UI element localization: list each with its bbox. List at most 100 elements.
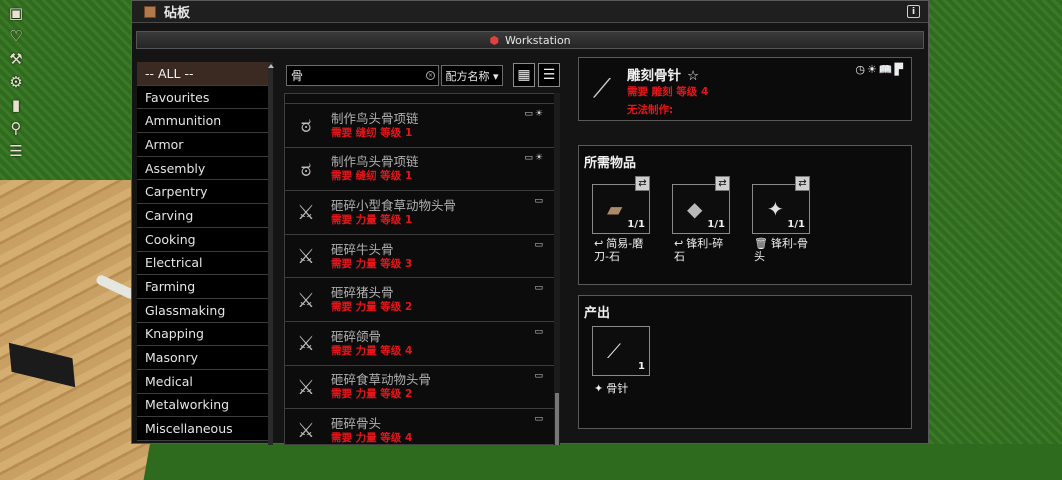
category-assembly[interactable]: Assembly xyxy=(137,156,268,181)
category-glassmaking[interactable]: Glassmaking xyxy=(137,298,268,323)
bone-icon: ⚔ xyxy=(297,418,315,443)
item-qty: 1/1 xyxy=(787,219,805,230)
side-toolbar: ▣ ♡ ⚒ ⚙ ▮ ⚲ ☰ xyxy=(4,2,30,163)
recipe-requirement: 需要 力量 等级 3 xyxy=(331,257,413,270)
category-armor[interactable]: Armor xyxy=(137,133,268,157)
recipe-name: 砸碎小型食草动物头骨 xyxy=(331,197,457,213)
item-label: ↩ 简易-磨刀-石 xyxy=(594,237,644,263)
recipe-row[interactable]: ⚔ 砸碎小型食草动物头骨 需要 力量 等级 1 ▭ xyxy=(285,191,559,235)
bone-icon: ⚔ xyxy=(297,374,315,399)
category-favourites[interactable]: Favourites xyxy=(137,85,268,110)
output-panel: 产出 ⟋ 1 ✦ 骨针 xyxy=(578,295,912,429)
return-icon: ↩ xyxy=(594,237,604,250)
sparkle-icon: ✦ xyxy=(594,382,604,395)
craft-icon[interactable]: ⚙ xyxy=(4,71,28,93)
return-icon: ↩ xyxy=(674,237,684,250)
hammer-icon[interactable]: ⚒ xyxy=(4,48,28,70)
lantern-icon[interactable]: ▮ xyxy=(4,94,28,116)
recipe-requirement: 需要 缝纫 等级 1 xyxy=(331,126,413,139)
needle-icon: ⟋ xyxy=(592,73,612,104)
category-miscellaneous[interactable]: Miscellaneous xyxy=(137,417,268,441)
recipe-name: 砸碎食草动物头骨 xyxy=(331,372,432,388)
recipe-name: 砸碎猪头骨 xyxy=(331,285,394,301)
recipe-row[interactable]: ⚔ 砸碎骨头 需要 力量 等级 4 ▭ xyxy=(285,409,559,444)
bone-icon: ⚔ xyxy=(297,287,315,312)
window-title: 砧板 xyxy=(164,6,191,21)
workstation-icon: ⬢ xyxy=(489,33,499,47)
category-cooking[interactable]: Cooking xyxy=(137,227,268,252)
search-value: 骨 xyxy=(291,69,304,83)
category-farming[interactable]: Farming xyxy=(137,275,268,299)
category-carpentry[interactable]: Carpentry xyxy=(137,180,268,205)
sort-dropdown[interactable]: 配方名称 ▾ xyxy=(441,65,503,86)
recipe-flags: ▭ xyxy=(534,370,545,381)
category-list: -- ALL -- Favourites Ammunition Armor As… xyxy=(137,62,268,445)
swap-icon[interactable]: ⇄ xyxy=(635,176,650,191)
recipe-flags: ▭☀ xyxy=(524,152,545,163)
detail-requirement: 需要 雕刻 等级 4 xyxy=(627,86,709,98)
scroll-thumb[interactable] xyxy=(555,393,559,445)
item-slot[interactable]: ▰ ⇄ 1/1 xyxy=(592,176,650,234)
recipe-requirement: 需要 力量 等级 1 xyxy=(331,213,413,226)
favorite-star-icon[interactable]: ☆ xyxy=(687,68,699,84)
category-knapping[interactable]: Knapping xyxy=(137,322,268,347)
box-icon xyxy=(144,5,156,18)
recipe-row[interactable]: ಠ 制作鸟头骨项链 需要 缝纫 等级 1 ▭☀ xyxy=(285,104,559,148)
recipe-flags: ▭ xyxy=(534,414,545,425)
item-slot[interactable]: ✦ ⇄ 1/1 xyxy=(752,176,810,234)
category-metalworking[interactable]: Metalworking xyxy=(137,393,268,418)
bone-icon: ⚔ xyxy=(297,200,315,225)
category-masonry[interactable]: Masonry xyxy=(137,346,268,370)
recipe-row[interactable]: ಠ 制作鸟头骨项链 需要 缝纫 等级 1 ▭☀ xyxy=(285,148,559,192)
item-qty: 1/1 xyxy=(707,219,725,230)
category-ammunition[interactable]: Ammunition xyxy=(137,109,268,134)
recipe-row[interactable]: ⚔ 砸碎猪头骨 需要 力量 等级 2 ▭ xyxy=(285,278,559,322)
item-slot[interactable]: ◆ ⇄ 1/1 xyxy=(672,176,730,234)
recipe-row[interactable]: ⚔ 砸碎颌骨 需要 力量 等级 4 ▭ xyxy=(285,322,559,366)
workstation-bar: ⬢ Workstation xyxy=(136,31,924,49)
swap-icon[interactable]: ⇄ xyxy=(715,176,730,191)
recipe-flags: ▭ xyxy=(534,283,545,294)
recipe-detail: ⟋ 雕刻骨针 ☆ 需要 雕刻 等级 4 无法制作: ◷☀📖▛ xyxy=(578,57,912,121)
swap-icon[interactable]: ⇄ xyxy=(795,176,810,191)
category-all[interactable]: -- ALL -- xyxy=(137,62,268,86)
output-title: 产出 xyxy=(584,306,611,321)
recipe-flags: ▭ xyxy=(534,326,545,337)
recipe-row-partial xyxy=(285,94,559,104)
detail-status: 无法制作: xyxy=(627,104,674,116)
category-electrical[interactable]: Electrical xyxy=(137,251,268,276)
recipe-list: ಠ 制作鸟头骨项链 需要 缝纫 等级 1 ▭☀ ಠ 制作鸟头骨项链 需要 缝纫 等级… xyxy=(284,93,560,445)
search-input[interactable]: 骨 × xyxy=(286,65,439,86)
required-items-panel: 所需物品 ▰ ⇄ 1/1 ↩ 简易-磨刀-石 ◆ ⇄ 1/1 ↩ 锋利-碎石 ✦ ⇄… xyxy=(578,145,912,285)
recipe-name: 砸碎颌骨 xyxy=(331,328,382,344)
info-icon[interactable]: i xyxy=(907,5,920,18)
recipe-title: 雕刻骨针 xyxy=(627,68,681,84)
recipe-row[interactable]: ⚔ 砸碎食草动物头骨 需要 力量 等级 2 ▭ xyxy=(285,366,559,410)
bone-icon: ⚔ xyxy=(297,331,315,356)
heart-icon[interactable]: ♡ xyxy=(4,25,28,47)
required-title: 所需物品 xyxy=(584,156,637,171)
clear-icon[interactable]: × xyxy=(426,71,435,80)
output-slot[interactable]: ⟋ 1 xyxy=(592,326,650,376)
necklace-icon: ಠ xyxy=(300,113,312,138)
crate-icon[interactable]: ▣ xyxy=(4,2,28,24)
category-scrollbar[interactable] xyxy=(268,62,274,445)
recipe-name: 砸碎骨头 xyxy=(331,415,382,431)
recipe-flags: ▭☀ xyxy=(524,109,545,119)
item-label: ↩ 锋利-碎石 xyxy=(674,237,724,263)
recipe-row[interactable]: ⚔ 砸碎牛头骨 需要 力量 等级 3 ▭ xyxy=(285,235,559,279)
category-medical[interactable]: Medical xyxy=(137,369,268,394)
item-label: 🗑 锋利-骨头 xyxy=(754,237,808,263)
grid-view-icon[interactable]: ▦ xyxy=(513,63,535,87)
list-view-icon[interactable]: ☰ xyxy=(538,63,560,87)
category-carving[interactable]: Carving xyxy=(137,204,268,228)
search-icon[interactable]: ⚲ xyxy=(4,117,28,139)
bone-icon: ⚔ xyxy=(297,244,315,269)
window-titlebar[interactable]: 砧板 i xyxy=(132,1,928,23)
recipe-scrollbar[interactable] xyxy=(554,93,560,445)
recipe-requirement: 需要 力量 等级 4 xyxy=(331,431,413,444)
crafting-window: 砧板 i ⬢ Workstation -- ALL -- Favourites … xyxy=(131,0,929,445)
stack-icon[interactable]: ☰ xyxy=(4,140,28,162)
recipe-name: 制作鸟头骨项链 xyxy=(331,110,419,126)
output-label: ✦ 骨针 xyxy=(594,382,629,395)
